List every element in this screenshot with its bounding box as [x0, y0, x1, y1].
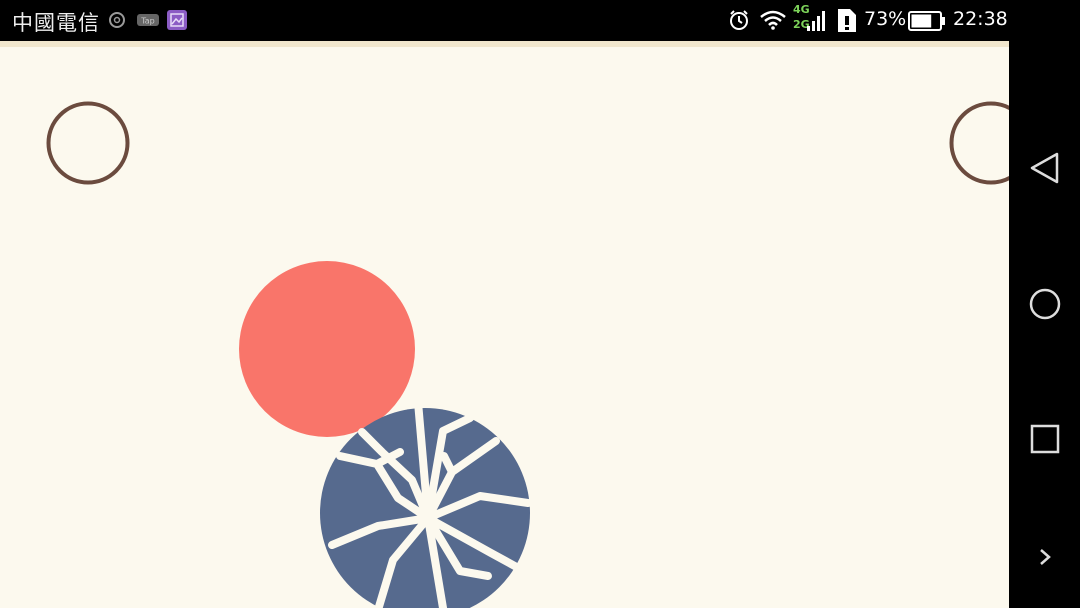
tap-app-icon: Tap: [136, 12, 160, 32]
battery-percent-label: 73%: [864, 8, 907, 30]
mail-notification-icon: [108, 11, 126, 33]
red-ball[interactable]: [239, 261, 415, 437]
sim-alert-icon: [836, 6, 858, 38]
expand-icon: [1040, 549, 1051, 565]
alarm-icon: [728, 9, 750, 35]
recents-button[interactable]: [1023, 417, 1067, 461]
game-canvas[interactable]: [0, 41, 1009, 608]
target-ring-left[interactable]: [46, 101, 130, 185]
navigation-bar: [1009, 0, 1080, 608]
status-bar: 中國電信 Tap 4G 2G 73% 22:38: [0, 0, 1080, 41]
wifi-icon: [760, 10, 786, 34]
svg-text:Tap: Tap: [140, 17, 155, 26]
target-ring-right[interactable]: [949, 101, 1010, 185]
gallery-app-icon: [167, 10, 187, 34]
battery-icon: [908, 11, 946, 35]
expand-button[interactable]: [1023, 535, 1067, 579]
home-button[interactable]: [1023, 282, 1067, 326]
back-icon: [1030, 152, 1059, 184]
home-icon: [1029, 288, 1061, 320]
signal-icon: [806, 9, 828, 37]
clock-label: 22:38: [953, 8, 1008, 30]
carrier-label: 中國電信: [12, 11, 100, 35]
back-button[interactable]: [1023, 146, 1067, 190]
game-scene: [46, 101, 1010, 608]
recents-icon: [1030, 424, 1060, 454]
